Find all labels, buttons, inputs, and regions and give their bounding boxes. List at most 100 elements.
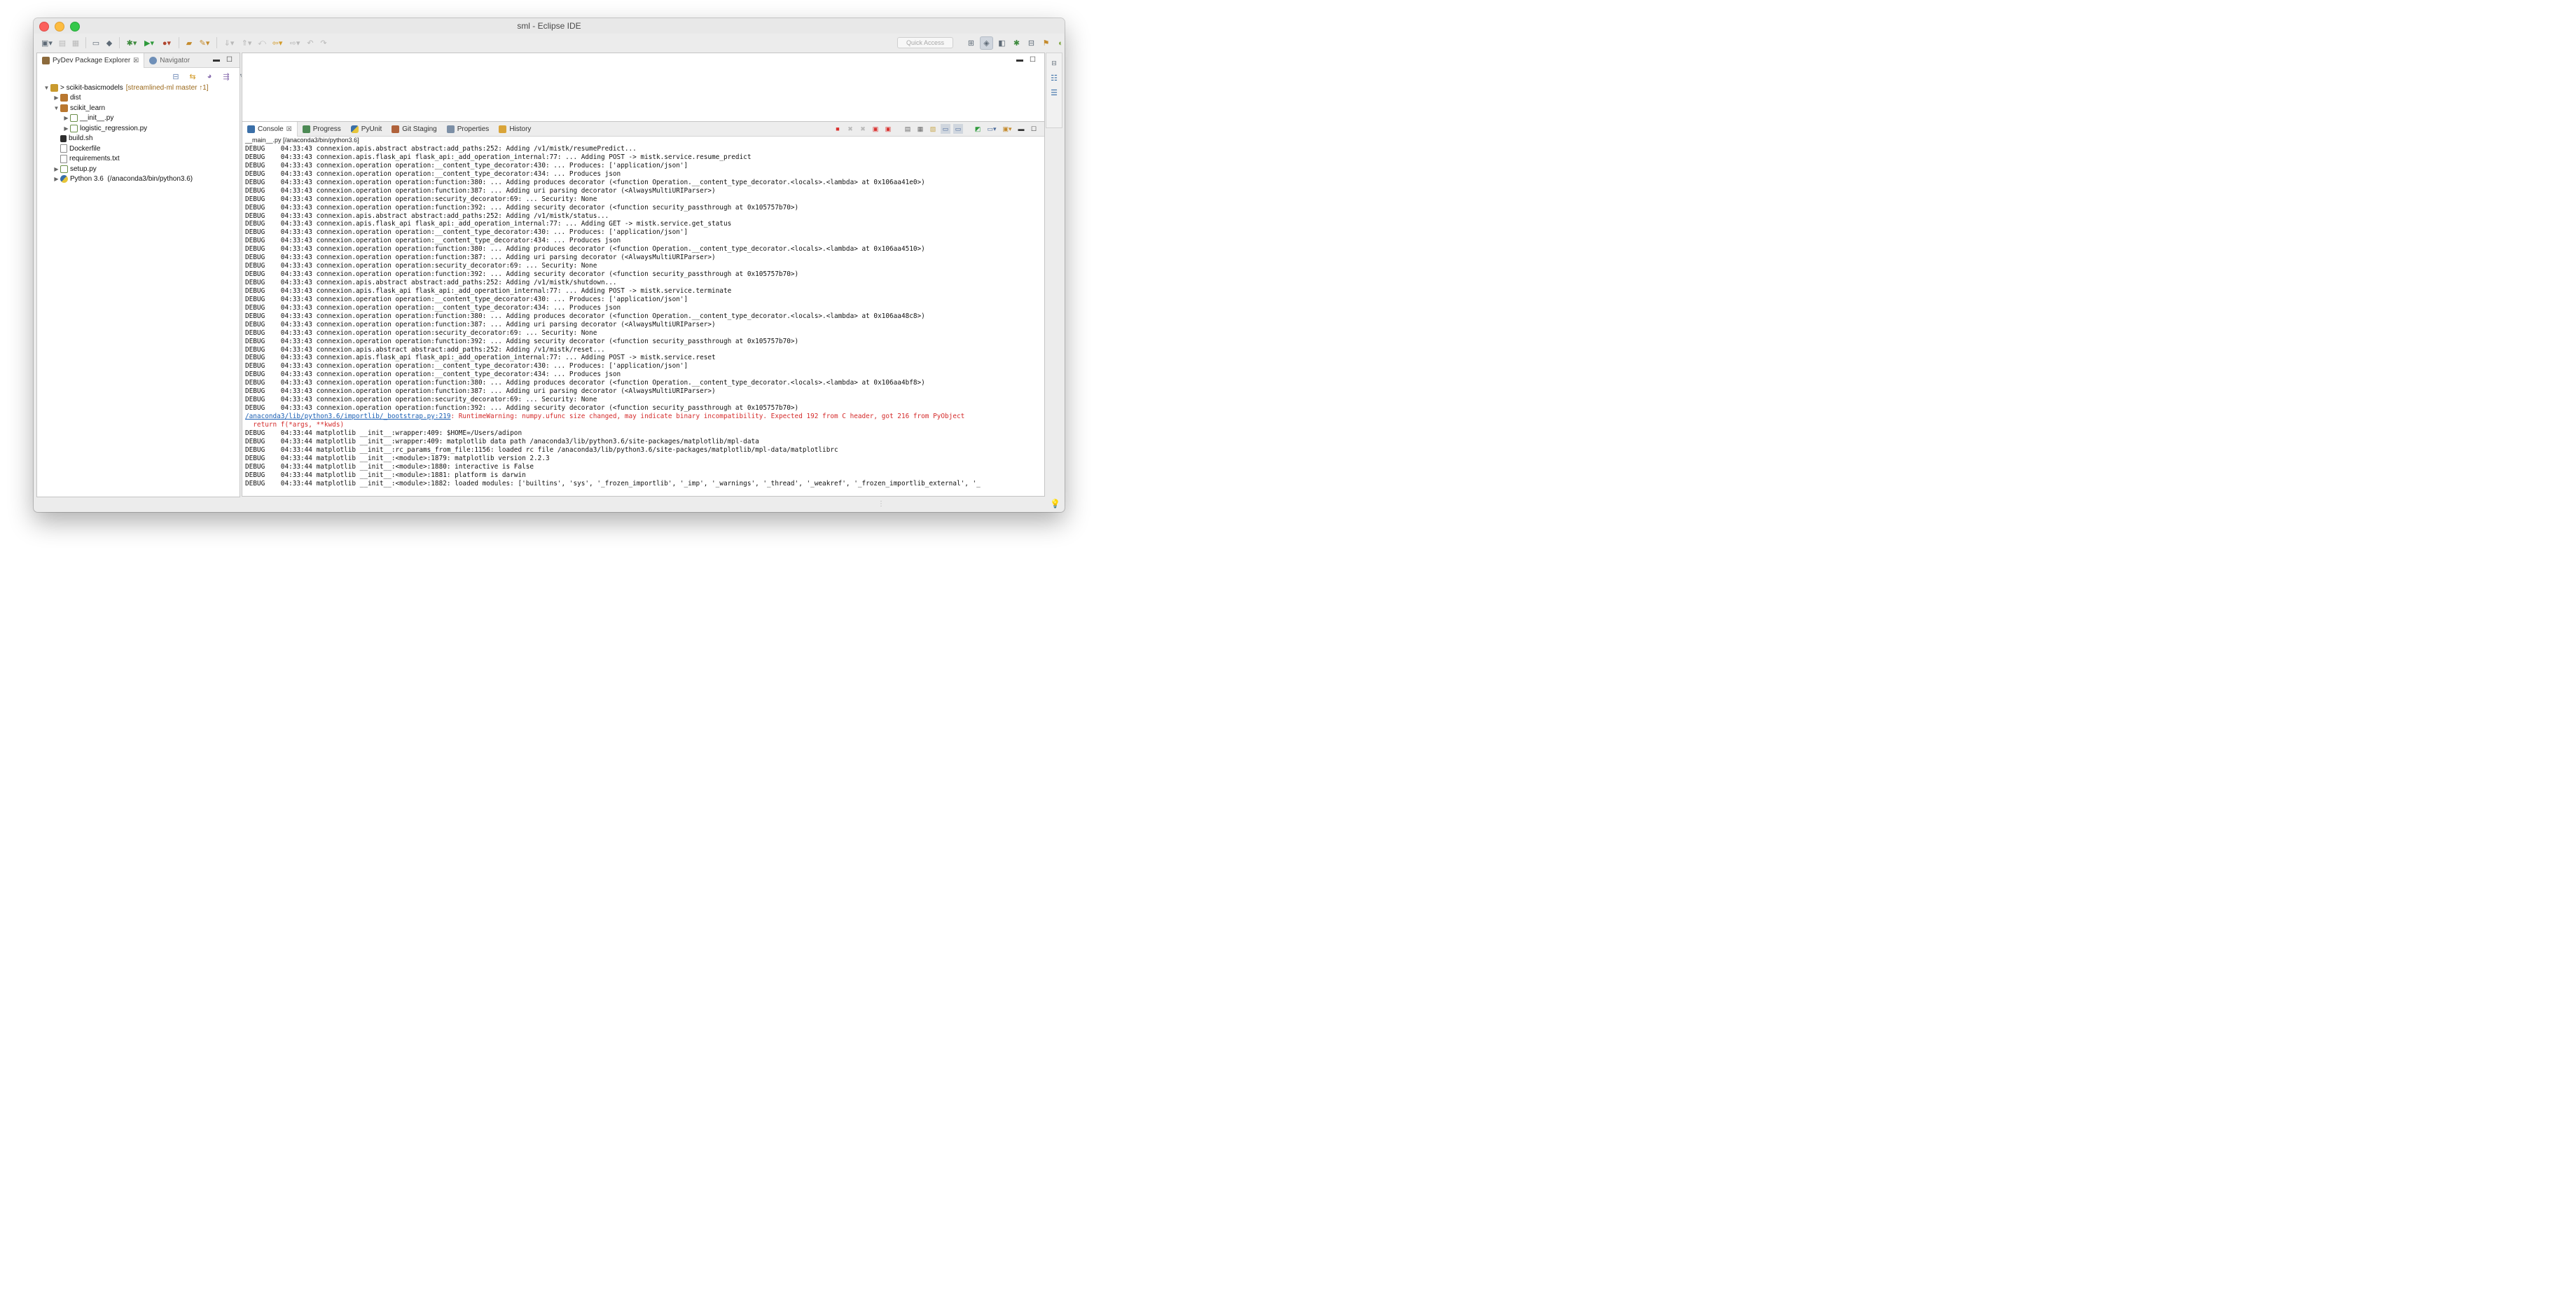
minimize-icon[interactable]: ▬ xyxy=(1016,57,1023,64)
resource-perspective-icon[interactable]: ◐ xyxy=(1055,37,1065,49)
expand-toggle-icon[interactable]: ▼ xyxy=(43,85,50,91)
back-icon[interactable]: ⇦▾ xyxy=(270,37,285,48)
explorer-tab-bar: PyDev Package Explorer ☒ Navigator ▬ ☐ xyxy=(37,53,240,68)
expand-toggle-icon[interactable]: ▼ xyxy=(53,105,60,111)
expand-toggle-icon[interactable]: ▶ xyxy=(62,115,70,121)
project-icon xyxy=(50,83,58,92)
team-perspective-icon[interactable]: ⚑ xyxy=(1040,37,1052,49)
maximize-icon[interactable]: ☐ xyxy=(1029,124,1039,134)
open-perspective-icon[interactable]: ⊞ xyxy=(965,37,977,49)
toolbar-separator xyxy=(85,37,86,48)
collapse-all-icon[interactable]: ⊟ xyxy=(170,71,181,82)
py-file-icon xyxy=(60,165,68,173)
debug-perspective-icon[interactable]: ✱ xyxy=(1011,37,1023,49)
close-tab-icon[interactable]: ☒ xyxy=(133,57,139,64)
task-list-icon[interactable]: ☰ xyxy=(1048,87,1060,98)
toolbar-separator xyxy=(119,37,120,48)
minimize-icon[interactable]: ▬ xyxy=(213,57,220,64)
pydev-icon[interactable]: ◆ xyxy=(104,37,115,48)
tab-console[interactable]: Console ☒ xyxy=(242,122,298,137)
tab-pyunit[interactable]: PyUnit xyxy=(346,122,387,136)
console-line: DEBUG 04:33:43 connexion.operation opera… xyxy=(245,204,1043,212)
word-wrap-icon[interactable]: ▧ xyxy=(928,124,938,134)
tree-item[interactable]: Dockerfile xyxy=(37,144,240,154)
terminate-all-icon[interactable]: ▣ xyxy=(871,124,880,134)
tree-item[interactable]: requirements.txt xyxy=(37,154,240,165)
tree-item[interactable]: ▶ dist xyxy=(37,93,240,104)
tab-git-staging[interactable]: Git Staging xyxy=(387,122,441,136)
tab-pydev-package-explorer[interactable]: PyDev Package Explorer ☒ xyxy=(37,53,145,68)
outline-icon[interactable]: ☷ xyxy=(1048,72,1060,83)
console-output[interactable]: DEBUG 04:33:43 connexion.apis.abstract a… xyxy=(245,145,1043,495)
run-icon[interactable]: ▶▾ xyxy=(141,37,157,48)
tab-progress[interactable]: Progress xyxy=(298,122,346,136)
open-console-icon[interactable]: ▣▾ xyxy=(1001,124,1013,134)
tree-item[interactable]: ▶ logistic_regression.py xyxy=(37,123,240,134)
tab-history[interactable]: History xyxy=(494,122,536,136)
minimize-icon[interactable]: ▬ xyxy=(1016,124,1026,134)
console-line-text: DEBUG 04:33:43 connexion.apis.abstract a… xyxy=(245,145,637,153)
console-file-link[interactable]: /anaconda3/lib/python3.6/importlib/_boot… xyxy=(245,413,451,420)
customize-view-icon[interactable]: ⇶ xyxy=(221,71,232,82)
console-line: DEBUG 04:33:43 connexion.apis.abstract a… xyxy=(245,279,1043,287)
tab-properties[interactable]: Properties xyxy=(442,122,494,136)
scroll-lock-icon[interactable]: ▦ xyxy=(915,124,925,134)
close-tab-icon[interactable]: ☒ xyxy=(286,125,292,133)
terminate-icon[interactable]: ■ xyxy=(833,124,843,134)
restore-icon[interactable]: ⊟ xyxy=(1048,57,1060,69)
console-line: DEBUG 04:33:43 connexion.apis.flask_api … xyxy=(245,220,1043,228)
console-icon[interactable]: ▭ xyxy=(90,37,102,48)
tree-item[interactable]: ▶ setup.py xyxy=(37,164,240,174)
console-line-text: DEBUG 04:33:43 connexion.operation opera… xyxy=(245,295,688,303)
tree-item[interactable]: ▶ __init__.py xyxy=(37,113,240,124)
new-icon[interactable]: ▣▾ xyxy=(39,37,55,48)
console-line-text: : RuntimeWarning: numpy.ufunc size chang… xyxy=(450,413,965,420)
git-perspective-icon[interactable]: ⊟ xyxy=(1025,37,1037,49)
external-tools-icon[interactable]: ●▾ xyxy=(159,37,174,48)
expand-toggle-icon[interactable]: ▶ xyxy=(53,176,60,182)
console-line: DEBUG 04:33:44 matplotlib __init__:<modu… xyxy=(245,463,1043,471)
zoom-window-button[interactable] xyxy=(70,22,80,32)
show-on-stderr-icon[interactable]: ▭ xyxy=(953,124,963,134)
console-line-text: DEBUG 04:33:44 matplotlib __init__:<modu… xyxy=(245,471,526,479)
pyunit-icon xyxy=(350,125,359,133)
debug-icon[interactable]: ✱▾ xyxy=(124,37,139,48)
expand-toggle-icon[interactable]: ▶ xyxy=(53,95,60,101)
tree-item[interactable]: ▼ scikit_learn xyxy=(37,103,240,113)
expand-toggle-icon[interactable]: ▶ xyxy=(62,125,70,132)
maximize-icon[interactable]: ☐ xyxy=(226,57,233,64)
tab-navigator[interactable]: Navigator xyxy=(144,53,195,67)
pencil-icon[interactable]: ✎▾ xyxy=(197,37,212,48)
display-console-icon[interactable]: ▭▾ xyxy=(985,124,998,134)
tree-item[interactable]: ▼ > scikit-basicmodels [streamlined-ml mas… xyxy=(37,83,240,93)
maximize-icon[interactable]: ☐ xyxy=(1030,57,1036,64)
filter-icon[interactable]: ◕ xyxy=(204,71,215,82)
console-line-text: DEBUG 04:33:43 connexion.operation opera… xyxy=(245,404,799,413)
show-on-stdout-icon[interactable]: ▭ xyxy=(941,124,950,134)
package-icon xyxy=(60,94,68,102)
clear-console-icon[interactable]: ▤ xyxy=(903,124,913,134)
console-line: DEBUG 04:33:43 connexion.operation opera… xyxy=(245,396,1043,404)
open-folder-icon[interactable]: ▰ xyxy=(183,37,195,48)
pin-console-icon[interactable]: ◩ xyxy=(973,124,983,134)
quick-access-field[interactable]: Quick Access xyxy=(897,37,953,48)
console-line: DEBUG 04:33:43 connexion.apis.flask_api … xyxy=(245,153,1043,162)
console-line: DEBUG 04:33:43 connexion.operation opera… xyxy=(245,228,1043,237)
console-line-text: DEBUG 04:33:43 connexion.operation opera… xyxy=(245,186,716,195)
tree-item[interactable]: ▶ Python 3.6 (/anaconda3/bin/python3.6) xyxy=(37,174,240,185)
console-line: DEBUG 04:33:43 connexion.operation opera… xyxy=(245,187,1043,195)
tree-item-label: logistic_regression.py xyxy=(80,124,148,132)
console-line: DEBUG 04:33:43 connexion.apis.flask_api … xyxy=(245,354,1043,362)
eclipse-window: sml - Eclipse IDE ▣▾ ▤ ▦ ▭ ◆ ✱▾ ▶▾ ●▾ ▰ … xyxy=(34,18,1065,512)
java-perspective-icon[interactable]: ◧ xyxy=(996,37,1008,49)
expand-toggle-icon[interactable]: ▶ xyxy=(53,166,60,172)
package-explorer-view: PyDev Package Explorer ☒ Navigator ▬ ☐ ⊟… xyxy=(36,53,246,497)
console-line-text: DEBUG 04:33:43 connexion.operation opera… xyxy=(245,262,597,270)
terminate-relaunch-icon[interactable]: ▣ xyxy=(883,124,893,134)
tree-item[interactable]: build.sh xyxy=(37,134,240,144)
minimize-window-button[interactable] xyxy=(55,22,64,32)
pydev-perspective-icon[interactable]: ◈ xyxy=(980,36,993,50)
close-window-button[interactable] xyxy=(39,22,49,32)
tip-lightbulb-icon[interactable]: 💡 xyxy=(1050,499,1060,509)
link-with-editor-icon[interactable]: ⇆ xyxy=(187,71,198,82)
